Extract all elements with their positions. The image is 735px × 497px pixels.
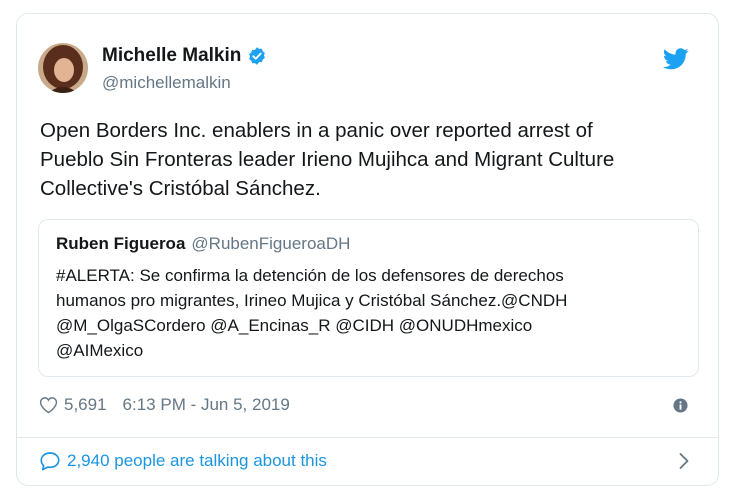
author-name[interactable]: Michelle Malkin [102,45,241,67]
tweet-text: Open Borders Inc. enablers in a panic ov… [40,116,690,203]
tweet-meta: 5,691 6:13 PM - Jun 5, 2019 [39,395,290,415]
avatar[interactable] [38,43,88,93]
speech-bubble-icon [40,452,60,471]
info-icon[interactable] [673,398,688,413]
divider [17,437,718,438]
author-row[interactable]: Michelle Malkin [102,45,267,67]
verified-badge-icon [249,47,266,65]
quoted-text-line: #ALERTA: Se confirma la detención de los… [56,266,564,285]
conversation-link[interactable]: 2,940 people are talking about this [39,451,327,471]
quoted-author-handle: @RubenFigueroaDH [191,234,351,253]
author-handle[interactable]: @michellemalkin [102,73,231,93]
quoted-author-name: Ruben Figueroa [56,234,186,253]
twitter-bird-icon[interactable] [663,48,689,70]
tweet-text-line: Pueblo Sin Fronteras leader Irieno Mujih… [40,148,615,171]
embedded-tweet-card: Michelle Malkin @michellemalkin Open Bor… [16,13,719,486]
quoted-tweet-text: #ALERTA: Se confirma la detención de los… [56,263,567,363]
quoted-text-line: @AIMexico [56,341,144,360]
tweet-text-line: Open Borders Inc. enablers in a panic ov… [40,119,593,142]
chevron-right-icon[interactable] [678,451,690,471]
like-count[interactable]: 5,691 [64,395,107,415]
conversation-count-text[interactable]: 2,940 people are talking about this [67,451,327,471]
quoted-text-line: humanos pro migrantes, Irineo Mujica y C… [56,291,568,310]
quoted-tweet[interactable]: Ruben Figueroa @RubenFigueroaDH #ALERTA: … [38,219,699,377]
heart-icon[interactable] [39,396,58,414]
tweet-timestamp[interactable]: 6:13 PM - Jun 5, 2019 [123,395,290,415]
quoted-text-line: @M_OlgaSCordero @A_Encinas_R @CIDH @ONUD… [56,316,533,335]
tweet-text-line: Collective's Cristóbal Sánchez. [40,177,321,200]
quoted-tweet-header: Ruben Figueroa @RubenFigueroaDH [56,234,350,254]
